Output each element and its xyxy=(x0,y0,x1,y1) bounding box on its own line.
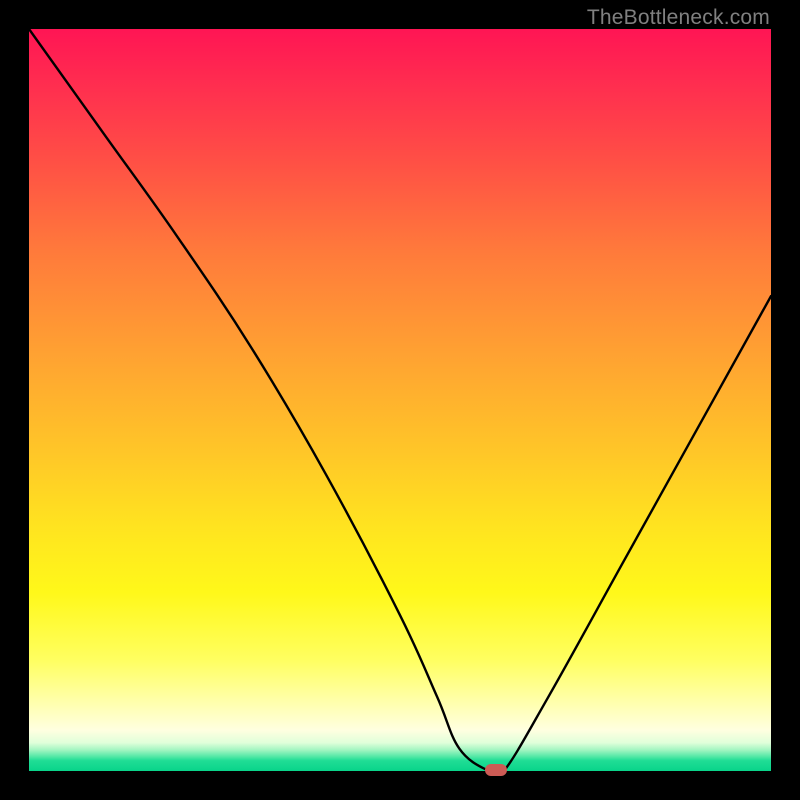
plot-area xyxy=(29,29,771,771)
bottleneck-curve xyxy=(29,29,771,771)
chart-frame: TheBottleneck.com xyxy=(0,0,800,800)
optimal-point-marker xyxy=(485,764,507,776)
watermark-text: TheBottleneck.com xyxy=(587,6,770,30)
